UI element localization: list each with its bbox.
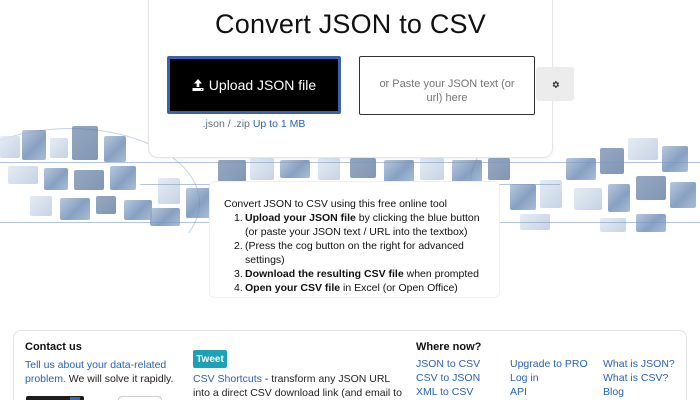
step-text: Open your CSV file in Excel (or Open Off…	[245, 281, 490, 295]
step-text: Download the resulting CSV file when pro…	[245, 267, 490, 281]
upload-size-limit: Up to 1 MB	[252, 118, 306, 130]
where-now-heading: Where now?	[416, 341, 482, 353]
footer-link-what-is-csv[interactable]: What is CSV?	[603, 372, 668, 384]
upload-json-button[interactable]: Upload JSON file	[167, 56, 341, 114]
paste-json-textarea[interactable]	[359, 56, 535, 115]
step-number: 4.	[234, 282, 243, 294]
instructions-steps: 1. Upload your JSON file by clicking the…	[224, 211, 499, 295]
partner-badge[interactable]	[26, 396, 84, 400]
step-bold: Upload your JSON file	[245, 212, 356, 224]
step-rest: in Excel (or Open Office)	[340, 282, 458, 294]
footer-link-json-to-csv[interactable]: JSON to CSV	[416, 358, 480, 370]
social-badge[interactable]	[118, 396, 162, 400]
upload-hint: .json / .zip Up to 1 MB	[167, 118, 341, 130]
step-number: 2.	[234, 240, 243, 252]
step-number: 1.	[234, 212, 243, 224]
footer-link-login[interactable]: Log in	[510, 372, 539, 384]
footer-link-blog[interactable]: Blog	[603, 386, 624, 398]
upload-button-label: Upload JSON file	[208, 77, 317, 93]
contact-tagline: We will solve it rapidly.	[65, 373, 174, 385]
contact-heading: Contact us	[25, 341, 82, 353]
footer-link-api[interactable]: API	[510, 386, 527, 398]
footer-link-upgrade-pro[interactable]: Upgrade to PRO	[510, 358, 588, 370]
list-item: 3. Download the resulting CSV file when …	[224, 267, 499, 281]
footer-link-what-is-json[interactable]: What is JSON?	[603, 358, 675, 370]
step-number: 3.	[234, 268, 243, 280]
gear-icon	[552, 80, 559, 88]
step-rest: when prompted	[403, 268, 479, 280]
list-item: 1. Upload your JSON file by clicking the…	[224, 211, 499, 239]
contact-text: Tell us about your data-related problem.…	[25, 358, 175, 386]
instructions-box: Convert JSON to CSV using this free onli…	[209, 181, 500, 298]
list-item: 2. (Press the cog button on the right fo…	[224, 239, 499, 267]
shortcuts-text: CSV Shortcuts - transform any JSON URL i…	[193, 372, 408, 400]
list-item: 4. Open your CSV file in Excel (or Open …	[224, 281, 499, 295]
step-rest: (Press the cog button on the right for a…	[245, 240, 464, 266]
page-title: Convert JSON to CSV	[215, 9, 486, 39]
footer-link-xml-to-csv[interactable]: XML to CSV	[416, 386, 473, 398]
step-bold: Download the resulting CSV file	[245, 268, 404, 280]
tweet-button[interactable]: Tweet	[193, 350, 227, 368]
step-text: Upload your JSON file by clicking the bl…	[245, 211, 490, 239]
upload-icon	[192, 79, 204, 91]
upload-formats: .json / .zip	[202, 118, 250, 130]
step-text: (Press the cog button on the right for a…	[245, 239, 490, 267]
instructions-intro: Convert JSON to CSV using this free onli…	[224, 198, 447, 210]
csv-shortcuts-link[interactable]: CSV Shortcuts	[193, 373, 262, 385]
step-bold: Open your CSV file	[245, 282, 341, 294]
settings-button[interactable]	[536, 67, 574, 101]
footer-link-csv-to-json[interactable]: CSV to JSON	[416, 372, 480, 384]
